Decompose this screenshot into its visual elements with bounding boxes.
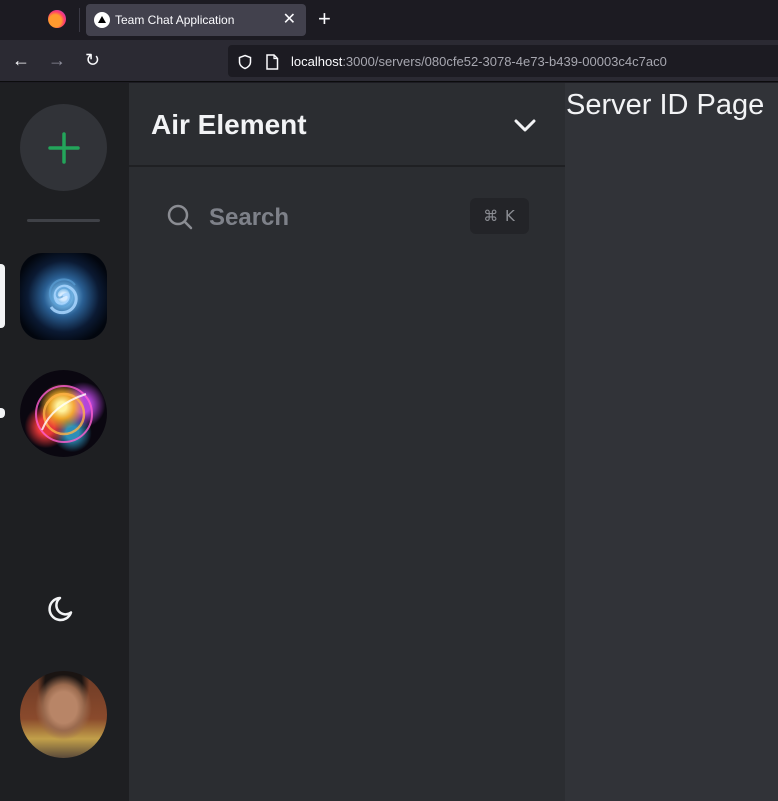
unread-server-indicator xyxy=(0,408,5,418)
rail-divider xyxy=(27,219,100,222)
server-name: Air Element xyxy=(151,109,307,140)
search-button[interactable]: Search ⌘ K xyxy=(157,195,537,239)
app-root: Air Element Search ⌘ K Server ID Page xyxy=(0,83,778,801)
galaxy-image xyxy=(48,278,78,315)
theme-toggle-button[interactable] xyxy=(46,591,80,625)
add-server-button[interactable] xyxy=(20,104,107,191)
browser-tab-strip: Team Chat Application ✕ + xyxy=(0,0,778,40)
search-icon xyxy=(167,204,193,230)
server-header[interactable]: Air Element xyxy=(129,83,565,167)
page-icon xyxy=(266,54,279,70)
server-icon-galaxy[interactable] xyxy=(20,253,107,340)
chevron-down-icon[interactable] xyxy=(512,113,538,139)
server-rail xyxy=(0,83,129,801)
url-path: :3000/servers/080cfe52-3078-4e73-b439-00… xyxy=(342,54,667,69)
keyboard-shortcut-badge: ⌘ K xyxy=(470,198,529,234)
tab-title: Team Chat Application xyxy=(115,13,235,27)
tab-separator xyxy=(79,8,80,32)
reload-icon[interactable]: ↻ xyxy=(85,49,100,71)
url-text[interactable]: localhost:3000/servers/080cfe52-3078-4e7… xyxy=(291,54,667,69)
browser-nav-bar: ← → ↻ localhost:3000/servers/080cfe52-30… xyxy=(0,40,778,82)
shield-icon[interactable] xyxy=(237,54,253,70)
main-content: Server ID Page xyxy=(565,83,778,801)
server-icon-fire-ring[interactable] xyxy=(20,370,107,457)
close-tab-icon[interactable]: ✕ xyxy=(283,10,296,30)
address-bar[interactable]: localhost:3000/servers/080cfe52-3078-4e7… xyxy=(228,45,778,77)
moon-icon xyxy=(48,596,73,622)
plus-icon xyxy=(47,131,80,164)
channel-sidebar: Air Element Search ⌘ K xyxy=(129,83,565,801)
fire-ring-image xyxy=(35,385,93,443)
active-server-indicator xyxy=(0,264,5,328)
search-label: Search xyxy=(209,204,290,231)
new-tab-icon[interactable]: + xyxy=(318,7,331,31)
back-arrow-icon[interactable]: ← xyxy=(12,49,30,71)
forward-arrow-icon[interactable]: → xyxy=(48,49,66,71)
page-title: Server ID Page xyxy=(566,89,765,121)
url-host: localhost xyxy=(291,54,343,69)
browser-tab-active[interactable]: Team Chat Application ✕ xyxy=(86,4,306,36)
firefox-icon[interactable] xyxy=(48,10,66,28)
nextjs-favicon-icon xyxy=(94,12,110,28)
user-avatar[interactable] xyxy=(20,671,107,758)
